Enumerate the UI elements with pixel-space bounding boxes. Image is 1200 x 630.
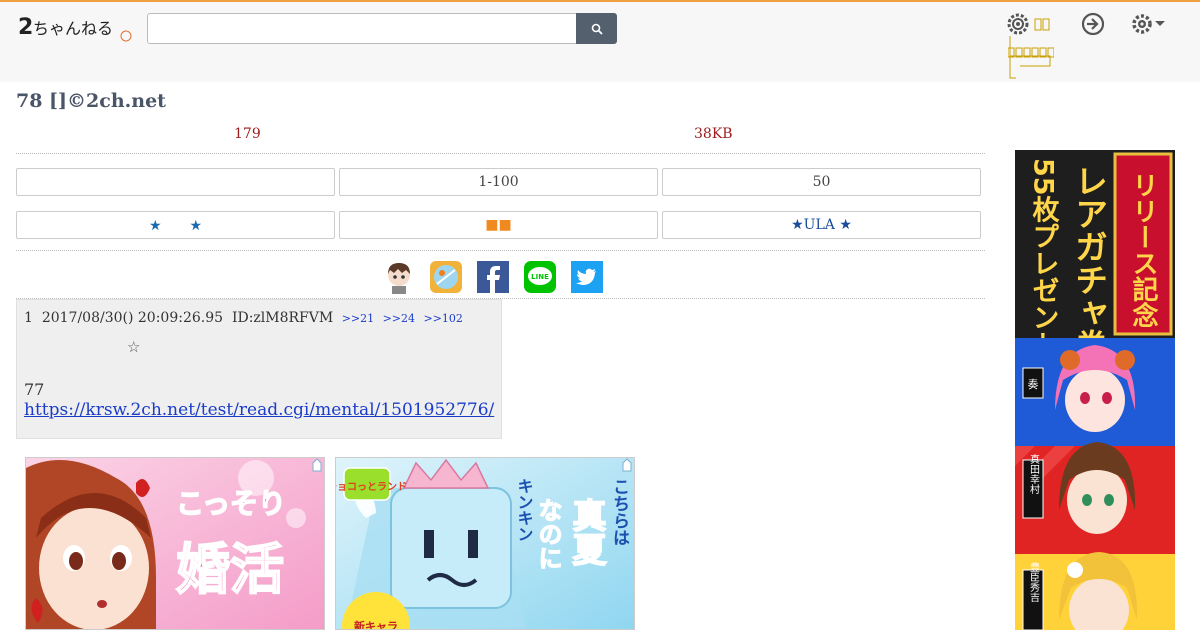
nav-button-first100[interactable]: 1-100 — [339, 168, 658, 196]
character-name: 豊臣秀吉 — [1028, 561, 1040, 603]
nav-button-stars[interactable]: ★ ★ — [16, 211, 335, 239]
svg-text:こっそり: こっそり — [176, 487, 286, 520]
settings-dropdown-icon[interactable] — [1130, 12, 1166, 36]
reply-anchor[interactable]: >>102 — [423, 312, 462, 325]
nav-button-all[interactable] — [16, 168, 335, 196]
svg-text:こちらは: こちらは — [609, 478, 629, 546]
nav-button-ula[interactable]: ★ULA ★ — [662, 211, 981, 239]
post: 1 2017/08/30() 20:09:26.95 ID:zlM8RFVM >… — [16, 299, 502, 439]
post-body: 77 — [24, 380, 45, 399]
post-star: ☆ — [127, 338, 141, 356]
login-icon[interactable] — [1080, 11, 1106, 37]
thread-size: 38KB — [694, 126, 733, 142]
site-logo[interactable]: 2 ちゃんねる — [18, 10, 134, 46]
svg-text:2: 2 — [18, 15, 33, 40]
notification-icon[interactable] — [1034, 17, 1052, 33]
post-header: 1 2017/08/30() 20:09:26.95 ID:zlM8RFVM >… — [24, 310, 463, 326]
side-ad-title-c: 55枚プレゼント — [1028, 158, 1060, 358]
side-ad-banner[interactable]: リリース記念 レアガチャ券 55枚プレゼント 奏 真田幸村 豊臣秀吉 — [1015, 150, 1175, 630]
divider — [16, 153, 985, 154]
line-icon[interactable]: LINE — [523, 260, 557, 294]
post-date: 2017/08/30() 20:09:26.95 — [41, 310, 224, 326]
reply-anchor[interactable]: >>21 — [342, 312, 374, 325]
ad-info-icon[interactable] — [310, 458, 324, 472]
ad-banner-choco[interactable]: チョコっとランド 新キャラ 真夏 なのに こちらは キンキン — [335, 457, 635, 630]
side-ad-title-a: リリース記念 — [1128, 172, 1158, 328]
search-input[interactable] — [147, 13, 577, 44]
svg-text:婚活: 婚活 — [176, 538, 284, 601]
choco-logo: チョコっとランド — [336, 481, 407, 493]
gear-icon[interactable] — [1006, 12, 1030, 36]
svg-text:真夏: 真夏 — [566, 498, 606, 566]
svg-text:キンキン: キンキン — [515, 478, 534, 542]
ad-info-icon[interactable] — [620, 458, 634, 472]
menu-tree-label[interactable] — [1007, 43, 1055, 58]
svg-text:なのに: なのに — [534, 498, 562, 570]
post-link[interactable]: https://krsw.2ch.net/test/read.cgi/menta… — [24, 400, 494, 420]
svg-text:LINE: LINE — [531, 273, 549, 281]
svg-text:ちゃんねる: ちゃんねる — [33, 19, 113, 38]
side-ad-title-b: レアガチャ券 — [1070, 164, 1109, 362]
reply-anchor[interactable]: >>24 — [383, 312, 415, 325]
thread-title: 78 []©2ch.net — [16, 90, 166, 112]
app-icon[interactable] — [429, 260, 463, 294]
twitter-icon[interactable] — [570, 260, 604, 294]
search-icon — [591, 23, 603, 35]
post-number[interactable]: 1 — [24, 310, 33, 326]
reply-count: 179 — [234, 126, 261, 142]
search-button[interactable] — [576, 13, 617, 44]
ad-banner-konkatsu[interactable]: こっそり 婚活 — [25, 457, 325, 630]
character-name: 真田幸村 — [1028, 453, 1040, 494]
divider — [16, 250, 985, 251]
nanashi-icon[interactable] — [382, 260, 416, 294]
new-character-badge: 新キャラ — [354, 619, 398, 630]
facebook-icon[interactable] — [476, 260, 510, 294]
nav-button-squares[interactable]: ■■ — [339, 211, 658, 239]
post-id[interactable]: ID:zlM8RFVM — [232, 310, 333, 326]
nav-button-latest50[interactable]: 50 — [662, 168, 981, 196]
top-bar: 2 ちゃんねる — [0, 0, 1200, 82]
character-name: 奏 — [1028, 378, 1039, 391]
